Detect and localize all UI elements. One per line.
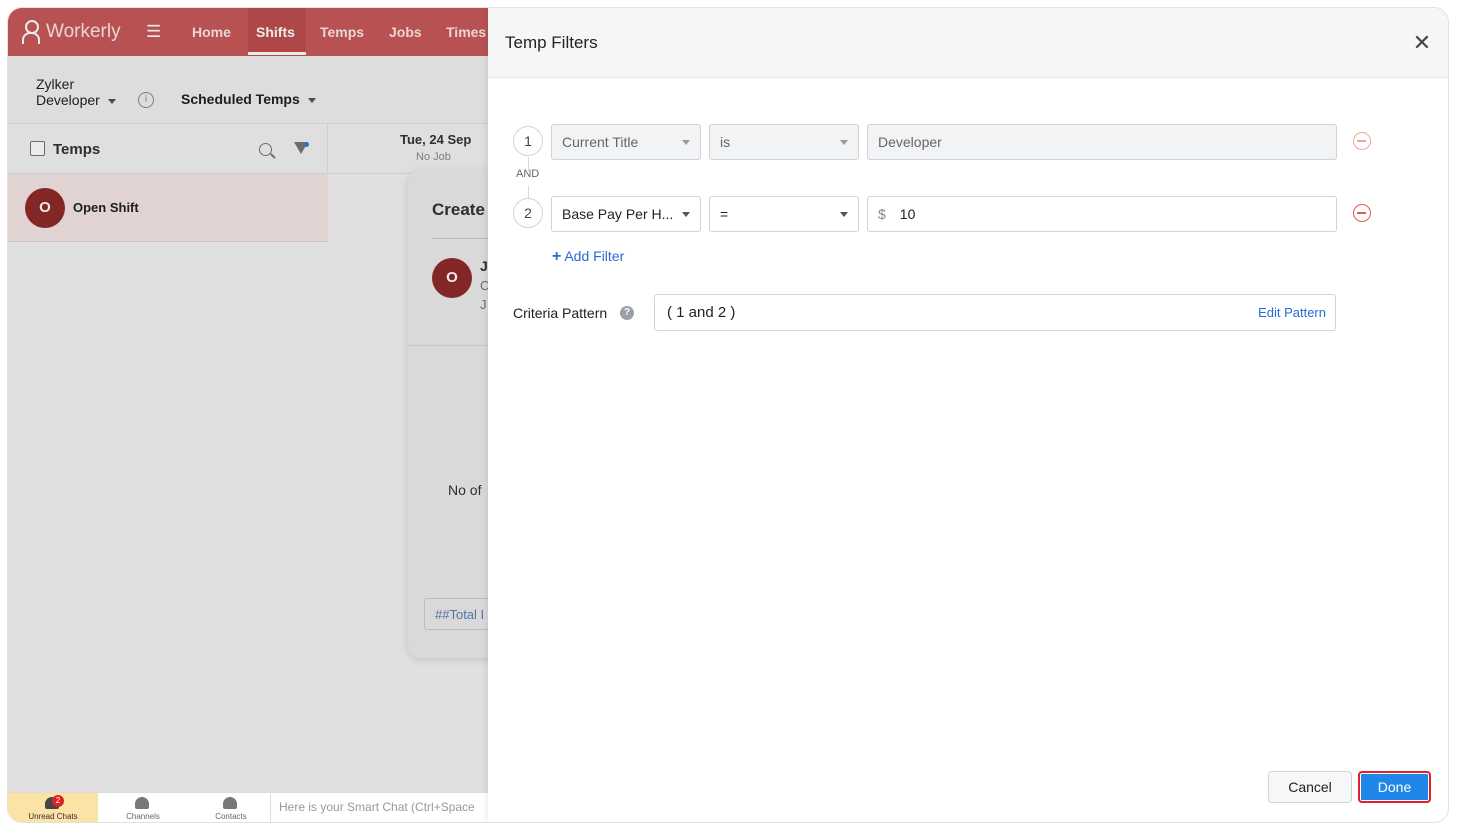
smart-chat-input[interactable]: Here is your Smart Chat (Ctrl+Space: [270, 793, 488, 822]
unread-chats-button[interactable]: 2 Unread Chats: [8, 793, 98, 822]
channels-icon: [135, 797, 149, 809]
contacts-label: Contacts: [215, 812, 247, 821]
and-connector-label: AND: [516, 168, 540, 180]
filter-2-operator-select[interactable]: =: [709, 196, 859, 232]
filter-2-field-value: Base Pay Per H...: [562, 206, 674, 222]
filter-index-1: 1: [513, 126, 543, 156]
criteria-pattern-label: Criteria Pattern: [513, 305, 608, 321]
chevron-down-icon: [840, 212, 848, 217]
filter-1-field-value: Current Title: [562, 134, 639, 150]
help-icon[interactable]: ?: [620, 306, 634, 320]
filter-1-value: Developer: [878, 134, 942, 150]
currency-symbol: $: [878, 206, 886, 222]
channels-button[interactable]: Channels: [98, 793, 188, 822]
remove-filter-2-icon[interactable]: [1353, 204, 1371, 222]
filter-2-value-input[interactable]: $10: [867, 196, 1337, 232]
connector-line: [528, 186, 529, 198]
contacts-button[interactable]: Contacts: [186, 793, 276, 822]
background-overlay: [8, 8, 488, 822]
temp-filters-panel: Temp Filters ✕ 1 AND 2 Current Title is …: [488, 8, 1448, 822]
contacts-icon: [223, 797, 237, 809]
plus-icon: +: [552, 248, 562, 265]
unread-count-badge: 2: [52, 795, 64, 807]
filter-2-field-select[interactable]: Base Pay Per H...: [551, 196, 701, 232]
edit-pattern-link[interactable]: Edit Pattern: [1258, 305, 1326, 320]
close-icon[interactable]: ✕: [1410, 31, 1434, 55]
filter-1-field-select[interactable]: Current Title: [551, 124, 701, 160]
chat-bottom-bar: 2 Unread Chats Channels Contacts Here is…: [8, 792, 488, 822]
app-frame: Workerly ☰ Home Shifts Temps Jobs Times …: [8, 8, 1448, 822]
filter-1-operator-select[interactable]: is: [709, 124, 859, 160]
chevron-down-icon: [682, 140, 690, 145]
criteria-pattern-box: ( 1 and 2 ) Edit Pattern: [654, 294, 1336, 331]
unread-chats-label: Unread Chats: [28, 812, 78, 821]
filter-2-operator-value: =: [720, 206, 729, 222]
criteria-pattern-value: ( 1 and 2 ): [667, 304, 736, 321]
filter-index-2: 2: [513, 198, 543, 228]
chevron-down-icon: [840, 140, 848, 145]
filter-1-operator-value: is: [720, 134, 731, 150]
done-button[interactable]: Done: [1358, 771, 1431, 803]
chevron-down-icon: [682, 212, 690, 217]
add-filter-link[interactable]: + Add Filter: [552, 248, 624, 266]
cancel-button[interactable]: Cancel: [1268, 771, 1352, 803]
channels-label: Channels: [126, 812, 160, 821]
add-filter-label: Add Filter: [564, 248, 625, 264]
filter-1-value-input[interactable]: Developer: [867, 124, 1337, 160]
panel-title: Temp Filters: [505, 33, 598, 52]
filter-2-value: 10: [899, 206, 916, 222]
remove-filter-1-icon[interactable]: [1353, 132, 1371, 150]
panel-header: Temp Filters ✕: [488, 8, 1448, 78]
